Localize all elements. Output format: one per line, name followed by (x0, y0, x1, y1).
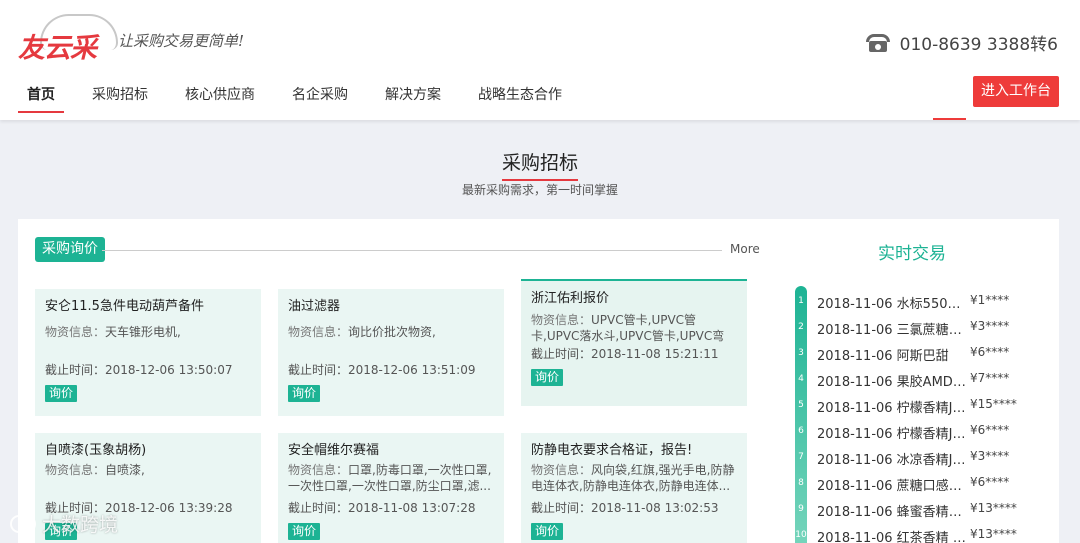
card-title: 自喷漆(玉象胡杨) (45, 443, 147, 458)
row-number: 6 (798, 426, 804, 436)
nav-item-partnership[interactable]: 战略生态合作 (469, 78, 571, 113)
inquire-button[interactable]: 询价 (531, 369, 564, 386)
transaction-row[interactable]: 1 2018-11-06 水标550mL... ¥1**** (795, 289, 1059, 315)
transaction-price: ¥15**** (970, 397, 1017, 411)
transaction-text: 2018-11-06 红茶香精 F-... (817, 531, 967, 543)
transaction-price: ¥7**** (970, 371, 1010, 385)
transaction-row[interactable]: 10 2018-11-06 红茶香精 F-... ¥13**** (795, 523, 1059, 543)
transaction-price: ¥6**** (970, 345, 1010, 359)
main-nav: 首页 采购招标 核心供应商 名企采购 解决方案 战略生态合作 (18, 78, 590, 113)
row-number: 9 (798, 504, 804, 514)
nav-item-home[interactable]: 首页 (18, 78, 64, 113)
transaction-text: 2018-11-06 三氯蔗糖（1... (817, 323, 967, 338)
slogan: 让采购交易更简单! (118, 32, 245, 50)
nav-item-solutions[interactable]: 解决方案 (376, 78, 450, 113)
realtime-title: 实时交易 (878, 244, 946, 264)
card-info: 物资信息：自喷漆, (45, 463, 145, 477)
transaction-text: 2018-11-06 冰凉香精JM... (817, 453, 967, 468)
transaction-row[interactable]: 3 2018-11-06 阿斯巴甜 ¥6**** (795, 341, 1059, 367)
watermark-logo-icon (10, 514, 36, 533)
watermark: 大数跨境 (10, 510, 118, 537)
card-title: 安仑11.5急件电动葫芦备件 (45, 299, 204, 314)
card-title: 油过滤器 (288, 299, 341, 314)
card-title: 浙江佑利报价 (531, 291, 610, 306)
transaction-price: ¥13**** (970, 501, 1017, 515)
logo-text: 友云采 (18, 33, 97, 64)
transaction-row[interactable]: 7 2018-11-06 冰凉香精JM... ¥3**** (795, 445, 1059, 471)
card-deadline: 截止时间：2018-11-08 15:21:11 (531, 347, 719, 361)
section-subtitle: 最新采购需求，第一时间掌握 (461, 183, 618, 197)
inquire-button[interactable]: 询价 (288, 523, 321, 540)
row-number: 8 (798, 478, 804, 488)
row-number: 4 (798, 374, 804, 384)
bidding-panel: 采购询价 More 安仑11.5急件电动葫芦备件 物资信息：天车锥形电机, 截止… (18, 219, 1059, 543)
card-deadline: 截止时间：2018-11-08 13:07:28 (288, 501, 476, 515)
watermark-text: 大数跨境 (42, 514, 119, 536)
section-title-wrap: 采购招标 (0, 148, 1080, 181)
section-title: 采购招标 (501, 148, 578, 181)
card-deadline: 截止时间：2018-12-06 13:51:09 (288, 363, 476, 377)
phone-number: 010-8639 3388转6 (899, 35, 1058, 55)
nav-item-enterprise-purchase[interactable]: 名企采购 (283, 78, 357, 113)
header-accent-line (933, 118, 966, 120)
logo[interactable]: 友云采 (18, 14, 118, 64)
transaction-text: 2018-11-06 果胶AMD780 (817, 375, 967, 390)
card-info: 物资信息：风向袋,红旗,强光手电,防静电连体衣,防静电连体衣,防静电连体... (531, 463, 735, 493)
transaction-price: ¥3**** (970, 449, 1010, 463)
transaction-price: ¥1**** (970, 293, 1010, 307)
card-info: 物资信息：天车锥形电机, (45, 325, 181, 339)
nav-item-core-suppliers[interactable]: 核心供应商 (176, 78, 264, 113)
enter-workbench-button[interactable]: 进入工作台 (973, 76, 1059, 107)
telephone-icon (865, 33, 890, 52)
card-title: 安全帽维尔赛福 (288, 443, 380, 458)
transaction-row[interactable]: 9 2018-11-06 蜂蜜香精33... ¥13**** (795, 497, 1059, 523)
inquiry-card[interactable]: 浙江佑利报价 物资信息：UPVC管卡,UPVC管卡,UPVC落水斗,UPVC管卡… (521, 279, 747, 406)
transaction-row[interactable]: 6 2018-11-06 柠檬香精JM... ¥6**** (795, 419, 1059, 445)
row-number: 7 (798, 452, 804, 462)
card-deadline: 截止时间：2018-11-08 13:02:53 (531, 501, 719, 515)
row-number: 2 (798, 322, 804, 332)
row-number: 1 (798, 296, 804, 306)
transaction-text: 2018-11-06 柠檬香精JM... (817, 401, 967, 416)
row-number: 5 (798, 400, 804, 410)
transaction-text: 2018-11-06 柠檬香精JM... (817, 427, 967, 442)
divider (102, 250, 722, 251)
inquiry-card[interactable]: 安全帽维尔赛福 物资信息：口罩,防毒口罩,一次性口罩,一次性口罩,一次性口罩,防… (278, 433, 504, 543)
phone-contact: 010-8639 3388转6 (865, 30, 1058, 55)
inquiry-card[interactable]: 油过滤器 物资信息：询比价批次物资, 截止时间：2018-12-06 13:51… (278, 289, 504, 416)
transaction-text: 2018-11-06 蜂蜜香精33... (817, 505, 967, 520)
transaction-price: ¥6**** (970, 423, 1010, 437)
transaction-row[interactable]: 2 2018-11-06 三氯蔗糖（1... ¥3**** (795, 315, 1059, 341)
inquiry-card[interactable]: 安仑11.5急件电动葫芦备件 物资信息：天车锥形电机, 截止时间：2018-12… (35, 289, 261, 416)
transaction-price: ¥6**** (970, 475, 1010, 489)
transaction-text: 2018-11-06 水标550mL... (817, 297, 967, 312)
transaction-text: 2018-11-06 阿斯巴甜 (817, 349, 949, 364)
inquire-button[interactable]: 询价 (531, 523, 564, 540)
more-link[interactable]: More (730, 242, 760, 256)
nav-item-bidding[interactable]: 采购招标 (83, 78, 157, 113)
row-number: 3 (798, 348, 804, 358)
site-header: 友云采 让采购交易更简单! 010-8639 3388转6 首页 采购招标 核心… (0, 0, 1080, 120)
transaction-row[interactable]: 5 2018-11-06 柠檬香精JM... ¥15**** (795, 393, 1059, 419)
card-title: 防静电衣要求合格证，报告! (531, 443, 693, 458)
card-deadline: 截止时间：2018-12-06 13:50:07 (45, 363, 233, 377)
transaction-price: ¥3**** (970, 319, 1010, 333)
inquire-button[interactable]: 询价 (45, 385, 78, 402)
transaction-row[interactable]: 4 2018-11-06 果胶AMD780 ¥7**** (795, 367, 1059, 393)
row-number: 10 (795, 530, 807, 540)
transaction-text: 2018-11-06 蔗糖口感香... (817, 479, 967, 494)
transaction-price: ¥13**** (970, 527, 1017, 541)
card-info: 物资信息：询比价批次物资, (288, 325, 436, 339)
inquire-button[interactable]: 询价 (288, 385, 321, 402)
inquiry-card[interactable]: 防静电衣要求合格证，报告! 物资信息：风向袋,红旗,强光手电,防静电连体衣,防静… (521, 433, 747, 543)
inquiry-badge: 采购询价 (35, 237, 105, 262)
transaction-row[interactable]: 8 2018-11-06 蔗糖口感香... ¥6**** (795, 471, 1059, 497)
card-info: 物资信息：口罩,防毒口罩,一次性口罩,一次性口罩,一次性口罩,防尘口罩,滤... (288, 463, 492, 493)
card-info: 物资信息：UPVC管卡,UPVC管卡,UPVC落水斗,UPVC管卡,UPVC弯头… (531, 313, 725, 343)
